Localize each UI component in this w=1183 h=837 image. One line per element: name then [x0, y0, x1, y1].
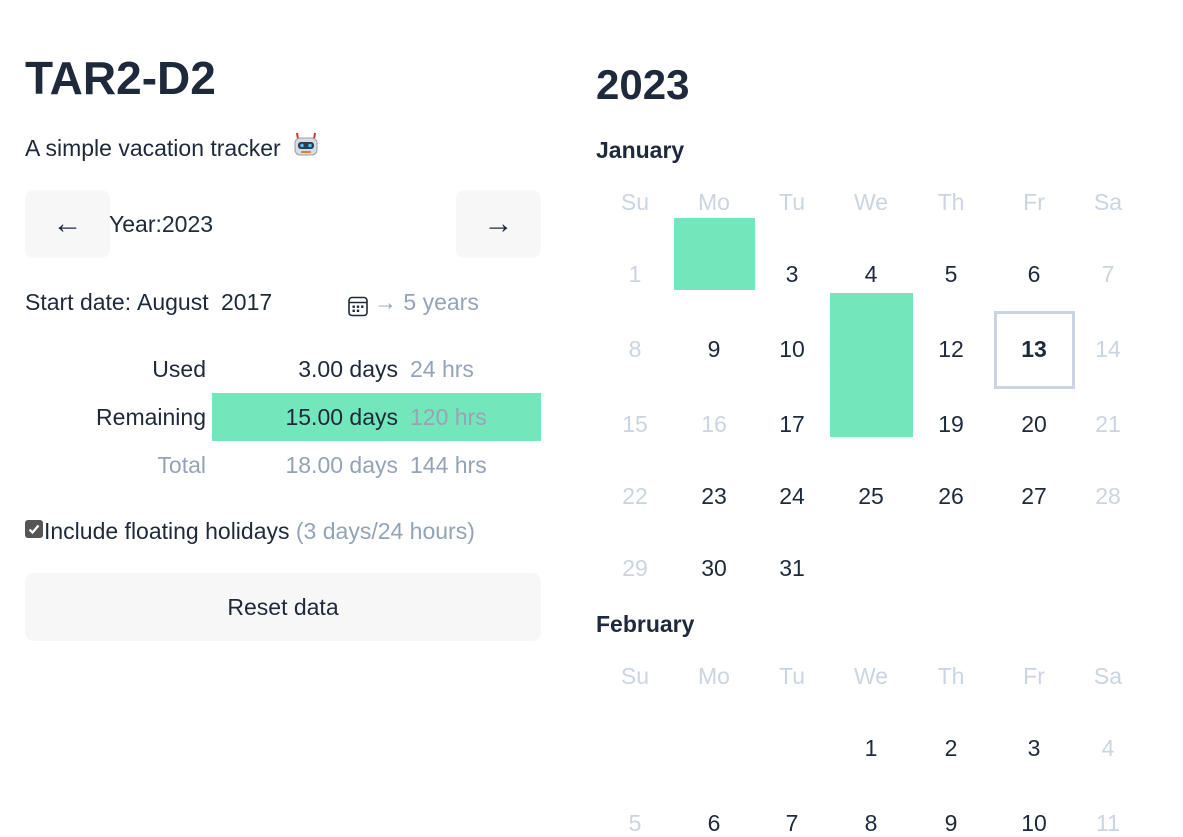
calendar-year: 2023	[596, 61, 690, 108]
calendar-day[interactable]: 31	[762, 554, 822, 582]
calendar-day[interactable]: 8	[605, 335, 665, 363]
calendar-day[interactable]: 28	[1078, 482, 1138, 510]
vacation-day-highlight	[673, 218, 755, 290]
robot-face-icon	[293, 132, 319, 162]
calendar-day[interactable]: 4	[1078, 734, 1138, 762]
month-name: February	[596, 611, 695, 637]
calendar-day[interactable]: 6	[684, 809, 744, 837]
floating-holidays-detail: (3 days/24 hours)	[295, 518, 475, 544]
weekday-header: Su	[620, 663, 650, 689]
calendar-day[interactable]: 14	[1078, 335, 1138, 363]
used-label: Used	[152, 356, 206, 382]
weekday-header: Sa	[1093, 663, 1123, 689]
used-hours: 24 hrs	[410, 356, 474, 382]
calendar-day[interactable]: 8	[841, 809, 901, 837]
calendar-day[interactable]: 3	[762, 260, 822, 288]
calendar-day[interactable]: 20	[1004, 410, 1064, 438]
calendar-day[interactable]: 1	[841, 734, 901, 762]
weekday-header: Sa	[1093, 189, 1123, 215]
calendar-day[interactable]: 9	[684, 335, 744, 363]
tenure-text: → 5 years	[374, 289, 479, 315]
calendar-day[interactable]: 5	[605, 809, 665, 837]
next-year-button[interactable]: →	[456, 190, 541, 258]
weekday-header: We	[853, 663, 889, 689]
calendar-day[interactable]: 1	[605, 260, 665, 288]
calendar-day[interactable]: 24	[762, 482, 822, 510]
calendar-day[interactable]: 10	[762, 335, 822, 363]
calendar-day[interactable]: 19	[921, 410, 981, 438]
month-name: January	[596, 137, 685, 163]
app-title: TAR2-D2	[25, 52, 216, 104]
start-year-input[interactable]: 2017	[221, 284, 272, 320]
calendar-day[interactable]: 21	[1078, 410, 1138, 438]
weekday-header: Mo	[698, 663, 730, 689]
used-row: Used 3.00 days 24 hrs	[25, 345, 541, 393]
previous-year-button[interactable]: ←	[25, 190, 110, 258]
total-hours: 144 hrs	[410, 452, 487, 478]
calendar-day[interactable]: 10	[1004, 809, 1064, 837]
weekday-header: Th	[937, 189, 965, 215]
calendar-day[interactable]: 11	[1078, 809, 1138, 837]
weekday-header: We	[853, 189, 889, 215]
remaining-label: Remaining	[96, 404, 206, 430]
remaining-hours: 120 hrs	[410, 404, 487, 430]
calendar-panel: 2023 JanuarySuMoTuWeThFrSa12345678910111…	[596, 0, 1183, 837]
weekday-header: Su	[620, 189, 650, 215]
weekday-header: Th	[937, 663, 965, 689]
total-days: 18.00 days	[285, 452, 398, 478]
calendar-day[interactable]: 4	[841, 260, 901, 288]
calendar-day[interactable]: 13	[1004, 335, 1064, 363]
calendar-icon[interactable]	[348, 291, 368, 317]
floating-holidays-checkbox[interactable]	[25, 520, 43, 538]
vacation-day-highlight	[829, 293, 913, 365]
weekday-header: Fr	[1023, 663, 1045, 689]
calendar-day[interactable]: 16	[684, 410, 744, 438]
calendar-day[interactable]: 2	[921, 734, 981, 762]
app-subtitle: A simple vacation tracker	[25, 132, 319, 165]
floating-holidays-text: Include floating holidays	[44, 518, 290, 544]
weekday-header: Mo	[698, 189, 730, 215]
weekday-header: Tu	[779, 189, 805, 215]
calendar-day[interactable]: 17	[762, 410, 822, 438]
calendar-day[interactable]: 26	[921, 482, 981, 510]
calendar-day[interactable]: 29	[605, 554, 665, 582]
used-days: 3.00 days	[298, 356, 398, 382]
calendar-day[interactable]: 12	[921, 335, 981, 363]
calendar-day[interactable]: 27	[1004, 482, 1064, 510]
total-label: Total	[157, 452, 206, 478]
calendar-day[interactable]: 9	[921, 809, 981, 837]
calendar-day[interactable]: 30	[684, 554, 744, 582]
floating-holidays-label[interactable]: Include floating holidays (3 days/24 hou…	[44, 514, 475, 548]
calendar-day[interactable]: 15	[605, 410, 665, 438]
vacation-day-highlight	[829, 365, 913, 437]
calendar-day[interactable]: 7	[762, 809, 822, 837]
calendar-day[interactable]: 22	[605, 482, 665, 510]
start-date-row: Start date: August 2017 → 5 years	[25, 284, 541, 320]
total-row: Total 18.00 days 144 hrs	[25, 441, 541, 489]
calendar-day[interactable]: 6	[1004, 260, 1064, 288]
start-date-label: Start date:	[25, 289, 132, 315]
weekday-header: Fr	[1023, 189, 1045, 215]
balance-table: Used 3.00 days 24 hrs Remaining 15.00 da…	[25, 345, 541, 489]
start-month-select[interactable]: August	[137, 284, 209, 320]
calendar-day[interactable]: 7	[1078, 260, 1138, 288]
calendar-day[interactable]: 3	[1004, 734, 1064, 762]
remaining-days: 15.00 days	[285, 404, 398, 430]
subtitle-text: A simple vacation tracker	[25, 135, 281, 161]
checkmark-icon	[28, 524, 40, 535]
year-navigation: ← Year:2023 →	[25, 190, 541, 258]
calendar-day[interactable]: 25	[841, 482, 901, 510]
reset-data-button[interactable]: Reset data	[25, 573, 541, 641]
remaining-row: Remaining 15.00 days 120 hrs	[25, 393, 541, 441]
calendar-day[interactable]: 5	[921, 260, 981, 288]
year-label: Year:2023	[109, 211, 214, 237]
calendar-day[interactable]: 23	[684, 482, 744, 510]
weekday-header: Tu	[779, 663, 805, 689]
